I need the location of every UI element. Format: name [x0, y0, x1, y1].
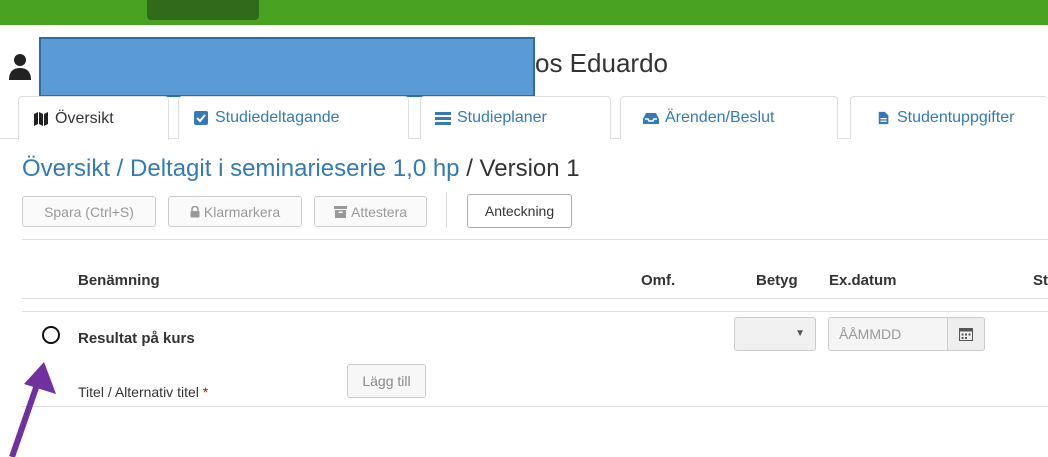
- user-icon: [9, 54, 31, 80]
- redacted-name-box: [39, 37, 535, 97]
- row-title: Resultat på kurs: [78, 330, 195, 347]
- tab-label: Ärenden/Beslut: [665, 109, 775, 126]
- grade-select[interactable]: ▼: [734, 317, 816, 351]
- calendar-button[interactable]: [947, 317, 985, 351]
- file-icon: [878, 111, 889, 125]
- map-icon: [34, 111, 48, 126]
- save-button[interactable]: Spara (Ctrl+S): [22, 196, 156, 227]
- tab-label: Studentuppgifter: [897, 109, 1015, 126]
- annotation-arrow-icon: [9, 362, 56, 457]
- add-button-label: Lägg till: [362, 373, 411, 389]
- list-icon: [435, 112, 451, 125]
- date-placeholder: ÅÅMMDD: [839, 326, 902, 342]
- required-marker: *: [202, 384, 209, 400]
- exam-date-input[interactable]: ÅÅMMDD: [828, 317, 948, 351]
- tab-studentuppgifter[interactable]: Studentuppgifter: [850, 96, 1048, 139]
- row-divider: [22, 406, 1048, 407]
- archive-icon: [333, 205, 347, 218]
- note-button-label: Anteckning: [484, 203, 555, 219]
- tab-studiedeltagande[interactable]: Studiedeltagande: [178, 96, 409, 139]
- column-header-omf: Omf.: [641, 272, 676, 289]
- attest-label: Attestera: [350, 203, 408, 220]
- title-field-label-text: Titel / Alternativ titel: [78, 384, 199, 400]
- top-navbar: [0, 0, 1048, 25]
- add-title-button[interactable]: Lägg till: [347, 364, 426, 398]
- breadcrumb-separator: /: [110, 155, 131, 182]
- mark-complete-label: Klarmarkera: [203, 203, 281, 220]
- table-divider: [22, 311, 1048, 312]
- calendar-icon: [959, 328, 973, 341]
- column-header-status: St: [1033, 272, 1048, 289]
- title-field-label: Titel / Alternativ titel *: [78, 384, 208, 400]
- breadcrumb-separator: /: [459, 155, 480, 182]
- lock-icon: [190, 205, 200, 217]
- chevron-down-icon: ▼: [795, 328, 805, 339]
- column-header-benamning: Benämning: [78, 272, 160, 289]
- note-button[interactable]: Anteckning: [467, 194, 572, 228]
- breadcrumb-item-link[interactable]: Deltagit i seminarieserie 1,0 hp: [130, 155, 460, 182]
- tab-arenden[interactable]: Ärenden/Beslut: [620, 96, 838, 139]
- tab-label: Översikt: [55, 109, 114, 127]
- tab-label: Studieplaner: [457, 109, 547, 126]
- navbar-button[interactable]: [147, 0, 259, 20]
- save-button-label: Spara (Ctrl+S): [44, 203, 134, 220]
- tab-studieplaner[interactable]: Studieplaner: [420, 96, 611, 139]
- tab-oversikt[interactable]: Översikt: [18, 96, 169, 140]
- inbox-icon: [643, 113, 659, 124]
- divider: [22, 239, 1048, 240]
- breadcrumb-root-link[interactable]: Översikt: [22, 155, 110, 182]
- student-name: os Eduardo: [535, 48, 668, 78]
- table-header-divider: [22, 298, 1048, 299]
- attest-button[interactable]: Attestera: [314, 196, 427, 227]
- breadcrumb-current: Version 1: [479, 155, 580, 182]
- tab-label: Studiedeltagande: [215, 109, 340, 126]
- mark-complete-button[interactable]: Klarmarkera: [168, 196, 302, 227]
- status-circle-icon[interactable]: [42, 326, 60, 344]
- column-header-betyg: Betyg: [756, 272, 798, 289]
- column-header-exdatum: Ex.datum: [829, 272, 897, 289]
- toolbar-divider: [446, 192, 447, 228]
- checkbox-icon: [194, 111, 208, 125]
- breadcrumb: Översikt / Deltagit i seminarieserie 1,0…: [22, 155, 580, 183]
- tab-bar: Översikt Studiedeltagande Studieplaner Ä…: [0, 94, 1048, 140]
